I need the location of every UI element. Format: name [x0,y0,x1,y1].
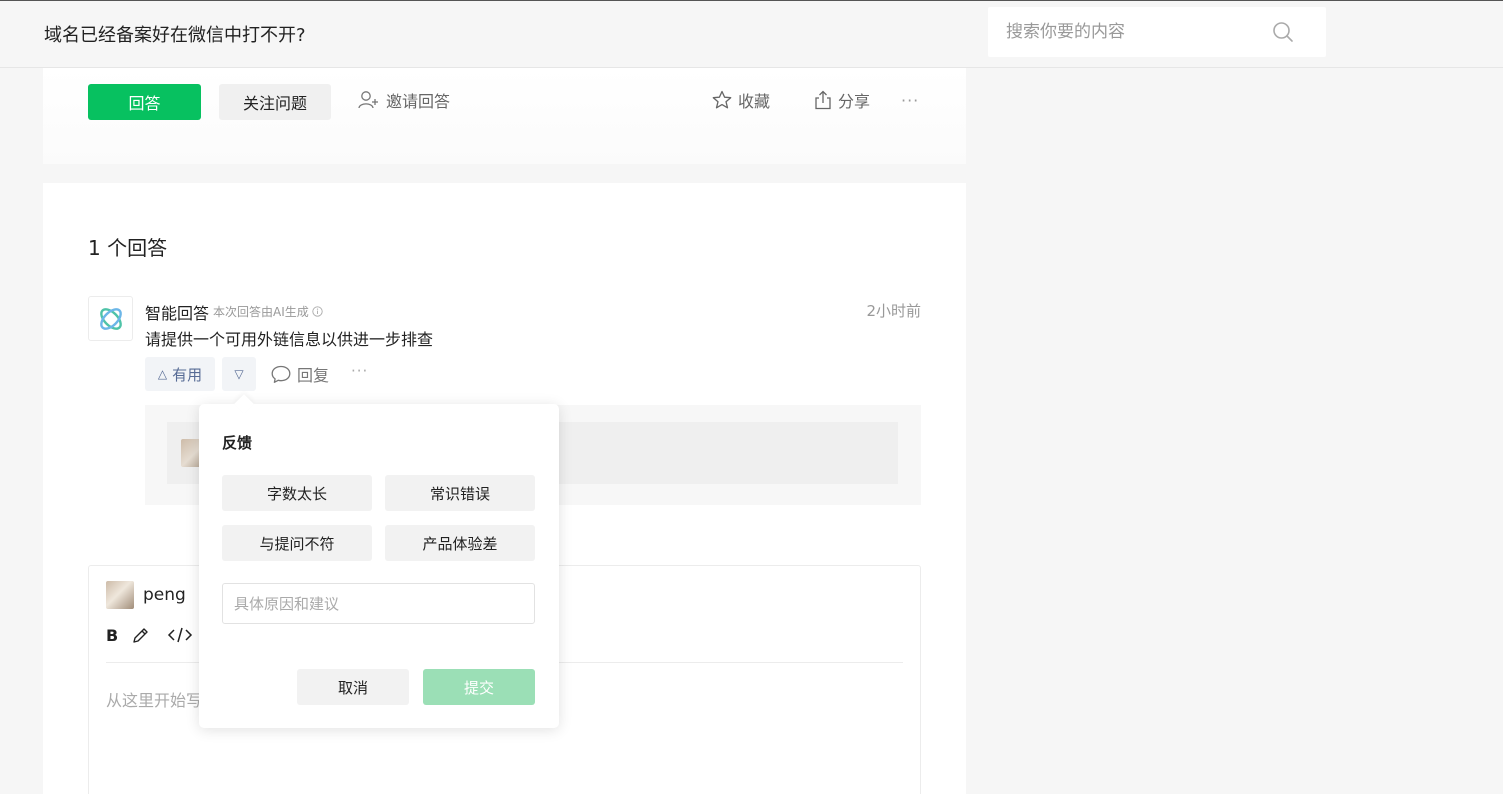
useful-label: 有用 [172,365,203,384]
ai-generated-note: 本次回答由AI生成 [213,303,323,320]
invite-answer-label: 邀请回答 [386,92,451,111]
not-useful-button[interactable]: ▽ [222,357,256,391]
editor-username: peng [143,585,186,605]
favorite-button[interactable]: 收藏 [712,88,770,112]
feedback-option-bad-experience[interactable]: 产品体验差 [385,525,535,561]
editor-placeholder[interactable]: 从这里开始写 [106,687,202,711]
add-user-icon [358,91,378,109]
highlight-pen-icon[interactable] [132,626,150,644]
star-icon [712,90,732,109]
search-box [988,7,1326,57]
code-icon[interactable] [167,626,193,644]
feedback-option-fact-error[interactable]: 常识错误 [385,475,535,511]
share-button[interactable]: 分享 [814,88,870,112]
useful-button[interactable]: △ 有用 [145,357,215,391]
search-icon[interactable] [1272,21,1294,43]
favorite-label: 收藏 [738,92,771,111]
atom-logo-icon [99,307,122,330]
more-options-button[interactable]: ··· [901,88,919,112]
share-label: 分享 [838,92,871,111]
answer-button[interactable]: 回答 [88,84,201,120]
answer-more-button[interactable]: ··· [351,362,368,380]
answer-content: 请提供一个可用外链信息以供进一步排查 [145,330,434,349]
reply-label: 回复 [297,366,330,385]
ai-note-text: 本次回答由AI生成 [213,305,309,319]
feedback-reason-input[interactable] [222,583,535,624]
search-input[interactable] [1006,7,1276,57]
feedback-option-too-long[interactable]: 字数太长 [222,475,372,511]
triangle-up-icon: △ [157,367,168,381]
invite-answer-button[interactable]: 邀请回答 [358,88,450,112]
ai-avatar [88,296,133,341]
question-action-card: 回答 关注问题 邀请回答 收藏 分享 ··· [43,68,966,164]
answer-author[interactable]: 智能回答 [145,300,209,324]
cancel-button[interactable]: 取消 [297,669,409,705]
feedback-title: 反馈 [222,434,253,452]
question-title: 域名已经备案好在微信中打不开? [44,25,306,46]
comment-bubble-icon [271,365,291,383]
bold-button[interactable]: B [106,626,118,645]
answer-count: 1 个回答 [88,236,168,260]
feedback-option-off-topic[interactable]: 与提问不符 [222,525,372,561]
triangle-down-icon: ▽ [234,367,244,381]
user-avatar [106,581,134,609]
feedback-popover: 反馈 字数太长 常识错误 与提问不符 产品体验差 取消 提交 [199,394,559,728]
reply-button[interactable]: 回复 [271,362,329,386]
share-icon [815,90,831,110]
answer-time: 2小时前 [866,302,921,320]
submit-button[interactable]: 提交 [423,669,535,705]
page-header: 域名已经备案好在微信中打不开? [0,1,1503,68]
info-icon[interactable] [312,306,323,317]
follow-question-button[interactable]: 关注问题 [219,84,331,120]
